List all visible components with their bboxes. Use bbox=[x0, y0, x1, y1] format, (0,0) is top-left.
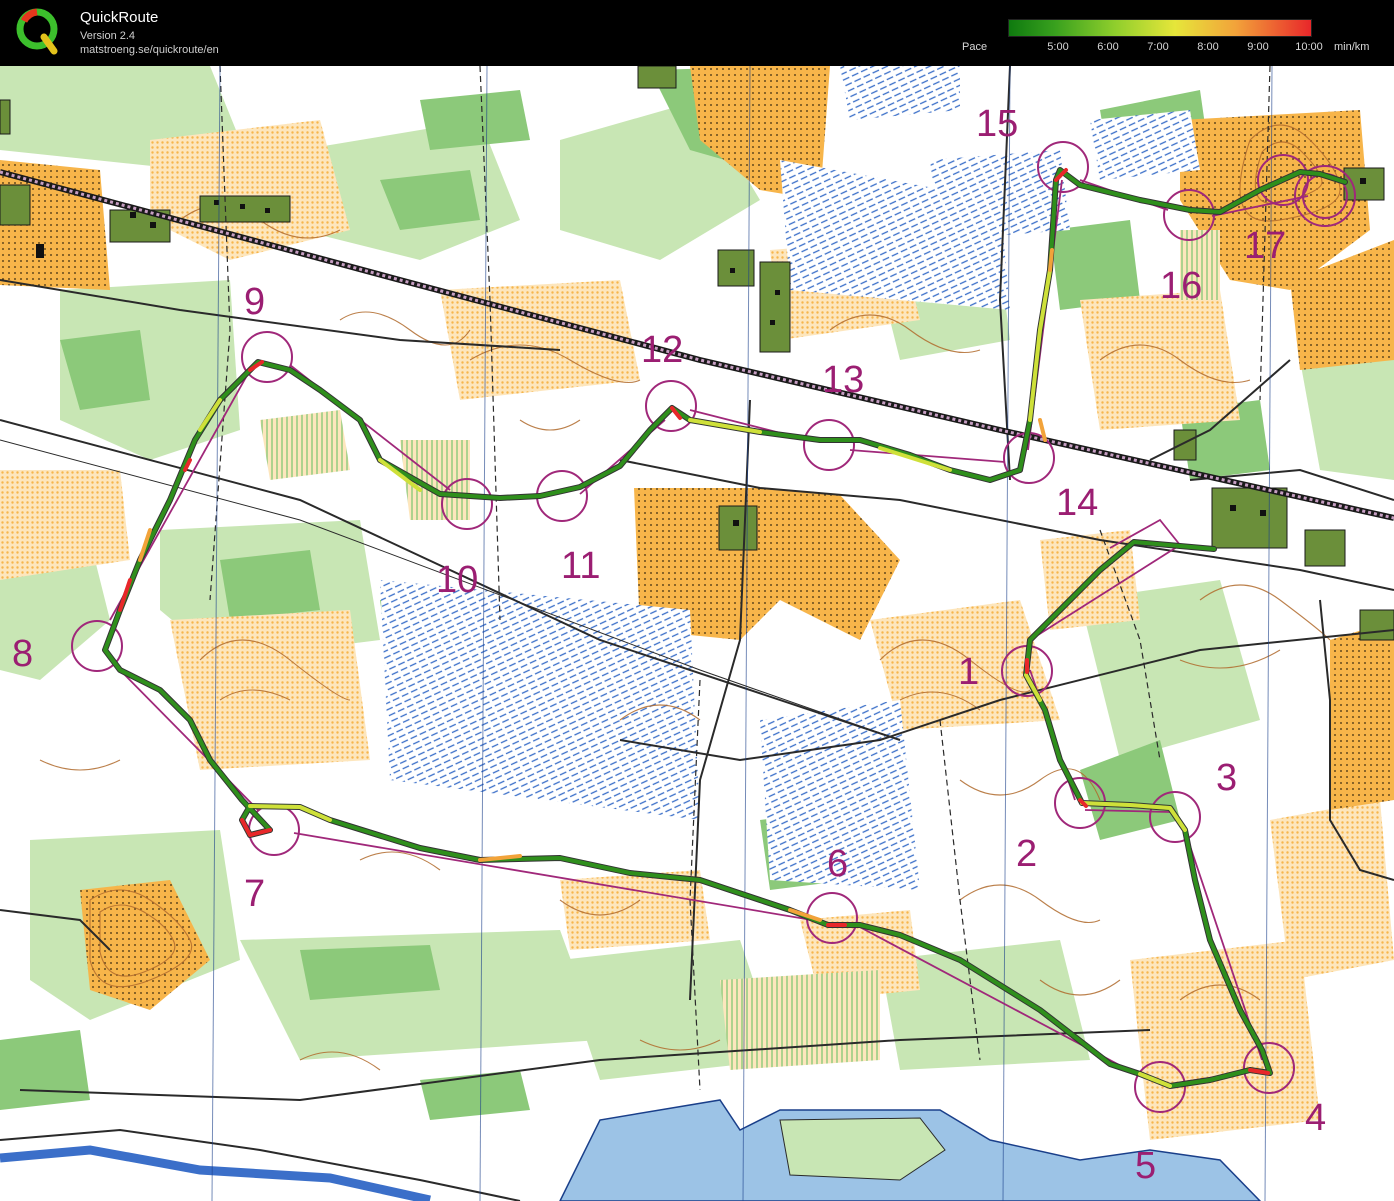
control-number-5: 5 bbox=[1135, 1145, 1156, 1187]
pace-tick: 5:00 bbox=[1047, 41, 1069, 53]
control-number-4: 4 bbox=[1305, 1097, 1326, 1139]
control-number-16: 16 bbox=[1160, 265, 1202, 307]
quickroute-logo-icon bbox=[16, 8, 58, 55]
pace-tick: 9:00 bbox=[1247, 41, 1269, 53]
pace-tick: 10:00 bbox=[1295, 41, 1323, 53]
control-number-7: 7 bbox=[244, 873, 265, 915]
pace-label: Pace bbox=[962, 41, 988, 53]
control-number-3: 3 bbox=[1216, 757, 1237, 799]
control-number-2: 2 bbox=[1016, 833, 1037, 875]
app-title: QuickRoute bbox=[80, 9, 159, 26]
control-number-11: 11 bbox=[561, 545, 600, 587]
app-url: matstroeng.se/quickroute/en bbox=[80, 44, 219, 56]
orienteering-map[interactable]: 1 2 3 4 5 6 7 8 9 10 11 12 13 14 15 16 1… bbox=[0, 66, 1394, 1201]
control-number-13: 13 bbox=[822, 359, 864, 401]
control-number-17: 17 bbox=[1244, 225, 1286, 267]
pace-tick: 6:00 bbox=[1097, 41, 1119, 53]
quickroute-header: QuickRoute Version 2.4 matstroeng.se/qui… bbox=[0, 0, 1394, 66]
control-number-1: 1 bbox=[958, 651, 979, 693]
control-number-9: 9 bbox=[244, 281, 265, 323]
pace-tick: 8:00 bbox=[1197, 41, 1219, 53]
pace-tick: 7:00 bbox=[1147, 41, 1169, 53]
pace-color-scale bbox=[1008, 19, 1312, 37]
control-number-12: 12 bbox=[641, 329, 683, 371]
control-number-6: 6 bbox=[827, 843, 848, 885]
pace-unit: min/km bbox=[1334, 41, 1370, 53]
app-version: Version 2.4 bbox=[80, 30, 136, 42]
control-number-8: 8 bbox=[12, 633, 33, 675]
control-number-15: 15 bbox=[976, 103, 1018, 145]
control-number-10: 10 bbox=[436, 559, 478, 601]
control-number-14: 14 bbox=[1056, 482, 1098, 524]
